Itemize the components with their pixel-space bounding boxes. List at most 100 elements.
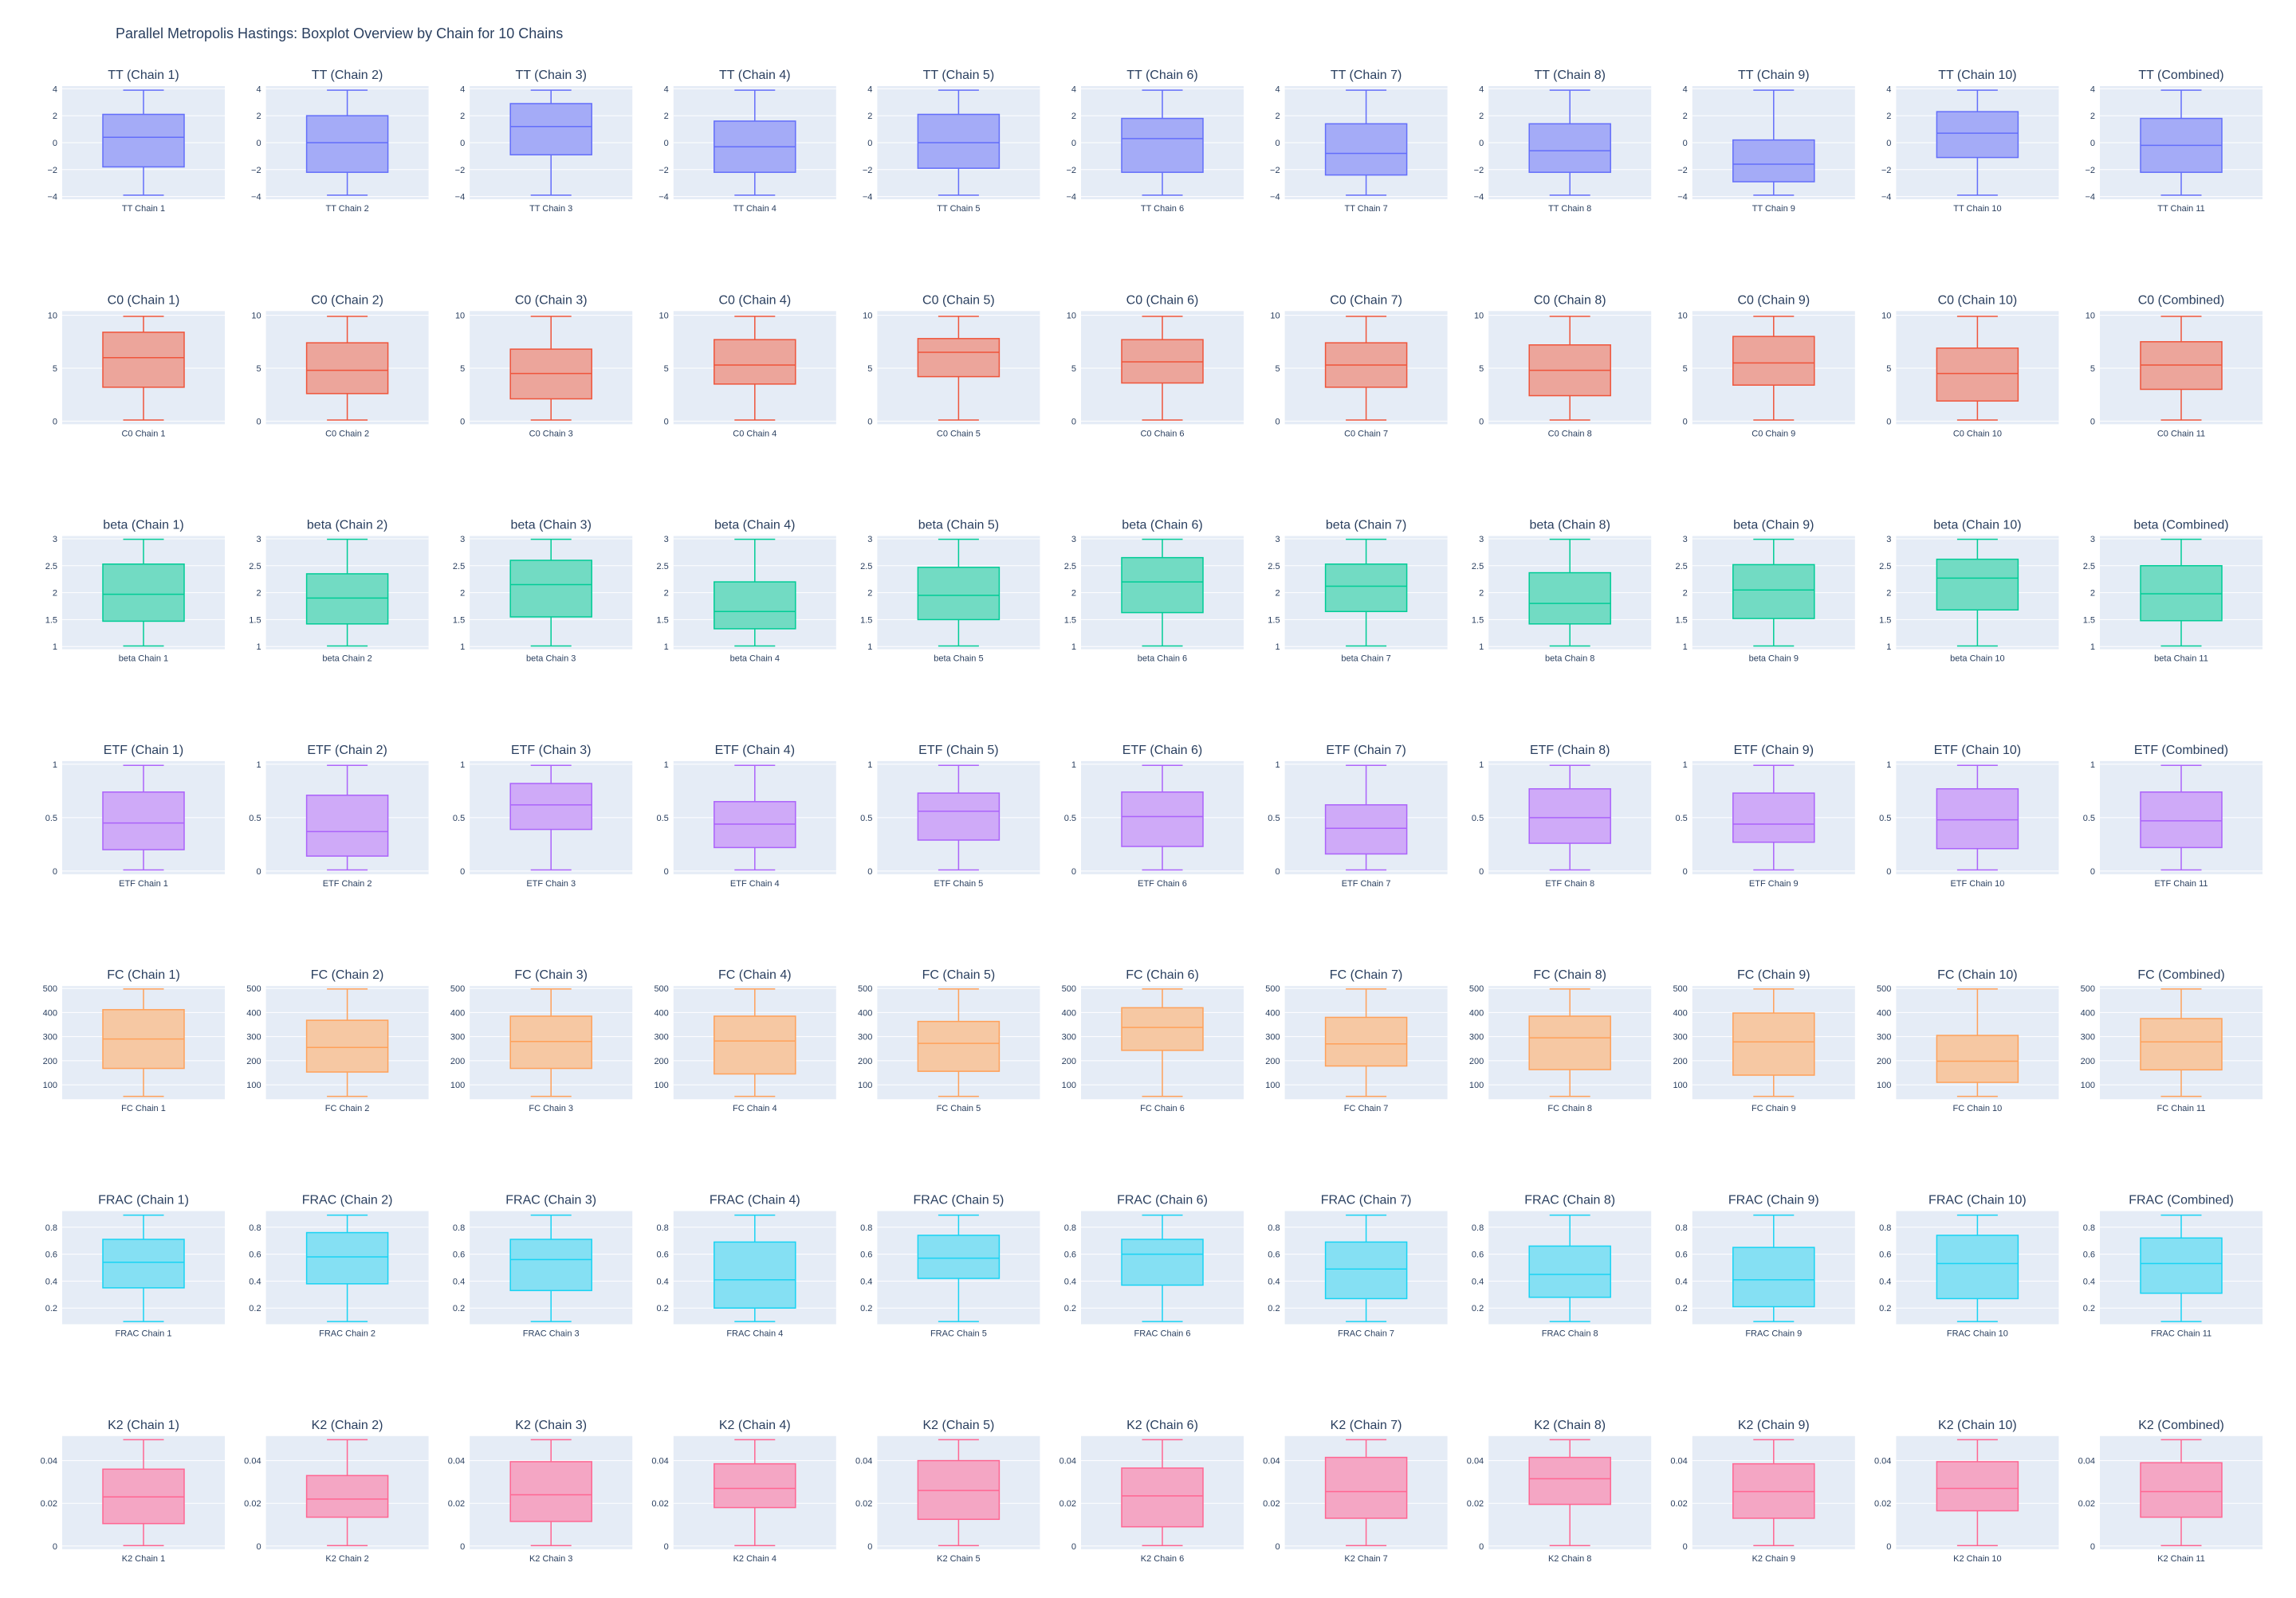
- y-tick-label: 500: [2081, 984, 2095, 994]
- subplot-title: ETF (Chain 8): [1530, 744, 1610, 757]
- y-tick-label: 1.5: [657, 615, 669, 625]
- y-tick-label: −2: [1881, 166, 1892, 175]
- box-iqr: [1528, 1245, 1611, 1298]
- y-tick-label: 2: [664, 589, 669, 599]
- y-tick-label: 2: [1479, 589, 1484, 599]
- y-tick-label: 2: [664, 112, 669, 121]
- subplot-fc-5: 100 200 300 400 500 FC (Chain 5) FC Chain 5: [858, 968, 1040, 1113]
- box-iqr: [1936, 1035, 2019, 1083]
- y-tick-label: 100: [450, 1081, 465, 1090]
- y-tick-label: 3: [1886, 535, 1891, 544]
- x-category-label: C0 Chain 10: [1953, 429, 2002, 438]
- subplot-c0-1: 0 5 10 C0 (Chain 1) C0 Chain 1: [48, 293, 225, 438]
- y-tick-label: 0.8: [1879, 1223, 1891, 1233]
- y-tick-label: 0.5: [453, 814, 465, 823]
- subplot-etf-4: 0 0.5 1 ETF (Chain 4) ETF Chain 4: [657, 744, 836, 889]
- y-tick-label: 3: [53, 535, 57, 544]
- y-tick-label: 300: [858, 1033, 872, 1042]
- y-tick-label: 0.2: [1879, 1304, 1891, 1313]
- subplot-beta-4: 1 1.5 2 2.5 3 beta (Chain 4) beta Chain 4: [657, 519, 836, 664]
- subplot-beta-1: 1 1.5 2 2.5 3 beta (Chain 1) beta Chain 1: [45, 519, 225, 664]
- subplot-title: beta (Chain 8): [1530, 519, 1610, 532]
- subplot-title: FC (Chain 9): [1737, 968, 1810, 982]
- box-iqr: [1732, 1247, 1815, 1308]
- y-tick-label: 0: [256, 1542, 261, 1552]
- y-tick-label: 200: [1673, 1057, 1687, 1066]
- y-tick-label: 0: [1479, 417, 1484, 426]
- y-tick-label: 0.5: [1064, 814, 1076, 823]
- y-tick-label: 200: [2081, 1057, 2095, 1066]
- subplot-title: K2 (Chain 8): [1534, 1419, 1606, 1432]
- box-iqr: [1936, 558, 2019, 611]
- y-tick-label: 500: [1469, 984, 1484, 994]
- x-category-label: K2 Chain 2: [325, 1554, 368, 1564]
- y-tick-label: 300: [1469, 1033, 1484, 1042]
- y-tick-label: 0.8: [860, 1223, 872, 1233]
- subplot-title: FRAC (Chain 8): [1524, 1194, 1615, 1207]
- y-tick-label: 4: [1479, 84, 1484, 94]
- box-iqr: [1121, 117, 1204, 173]
- subplot-etf-3: 0 0.5 1 ETF (Chain 3) ETF Chain 3: [453, 744, 633, 889]
- subplot-title: C0 (Chain 7): [1330, 293, 1402, 307]
- y-tick-label: 200: [1265, 1057, 1280, 1066]
- box-iqr: [2140, 1018, 2223, 1071]
- y-tick-label: 3: [867, 535, 872, 544]
- y-tick-label: 0.2: [860, 1304, 872, 1313]
- y-tick-label: 0.02: [2078, 1499, 2095, 1509]
- y-tick-label: 2.5: [1676, 562, 1688, 571]
- subplot-title: ETF (Chain 10): [1934, 744, 2021, 757]
- y-tick-label: 1.5: [1676, 615, 1688, 625]
- box-iqr: [1528, 1456, 1611, 1506]
- subplot-title: ETF (Chain 2): [307, 744, 387, 757]
- y-tick-label: 0: [256, 417, 261, 426]
- y-tick-label: 100: [654, 1081, 668, 1090]
- y-tick-label: −4: [47, 193, 57, 202]
- y-tick-label: 500: [1062, 984, 1076, 994]
- subplot-k2-11: 0 0.02 0.04 K2 (Combined) K2 Chain 11: [2078, 1419, 2263, 1564]
- y-tick-label: 0: [1886, 1542, 1891, 1552]
- y-tick-label: 2: [1683, 112, 1688, 121]
- y-tick-label: 5: [256, 364, 261, 374]
- y-tick-label: 0.2: [453, 1304, 465, 1313]
- y-tick-label: 300: [246, 1033, 261, 1042]
- y-tick-label: 0.2: [1268, 1304, 1280, 1313]
- subplot-title: ETF (Chain 3): [511, 744, 591, 757]
- y-tick-label: 10: [1678, 312, 1688, 321]
- y-tick-label: 500: [1265, 984, 1280, 994]
- y-tick-label: 4: [256, 84, 261, 94]
- y-tick-label: 1.5: [1472, 615, 1484, 625]
- x-category-label: C0 Chain 2: [325, 429, 369, 438]
- y-tick-label: 0.02: [41, 1499, 57, 1509]
- x-category-label: FC Chain 10: [1953, 1104, 2003, 1113]
- subplot-fc-7: 100 200 300 400 500 FC (Chain 7) FC Chain 7: [1265, 968, 1448, 1113]
- subplot-etf-10: 0 0.5 1 ETF (Chain 10) ETF Chain 10: [1879, 744, 2059, 889]
- y-tick-label: 2: [2090, 112, 2095, 121]
- y-tick-label: 0: [1683, 139, 1688, 148]
- subplot-frac-2: 0.2 0.4 0.6 0.8 FRAC (Chain 2) FRAC Chain 2: [249, 1194, 429, 1339]
- y-tick-label: 0.02: [1060, 1499, 1076, 1509]
- subplot-title: C0 (Chain 10): [1938, 293, 2018, 307]
- y-tick-label: 0.6: [1879, 1251, 1891, 1260]
- y-tick-label: −4: [1677, 193, 1688, 202]
- y-tick-label: 5: [1886, 364, 1891, 374]
- subplot-beta-2: 1 1.5 2 2.5 3 beta (Chain 2) beta Chain 2: [249, 519, 429, 664]
- subplot-title: TT (Chain 6): [1126, 69, 1198, 82]
- x-category-label: FRAC Chain 8: [1542, 1329, 1598, 1339]
- y-tick-label: 0.04: [1263, 1457, 1280, 1466]
- box-iqr: [102, 332, 185, 388]
- subplot-fc-2: 100 200 300 400 500 FC (Chain 2) FC Chain 2: [246, 968, 429, 1113]
- subplot-title: FRAC (Chain 5): [913, 1194, 1004, 1207]
- subplot-beta-8: 1 1.5 2 2.5 3 beta (Chain 8) beta Chain 8: [1472, 519, 1652, 664]
- subplot-frac-1: 0.2 0.4 0.6 0.8 FRAC (Chain 1) FRAC Chain 1: [45, 1194, 225, 1339]
- x-category-label: C0 Chain 11: [2157, 429, 2205, 438]
- x-category-label: C0 Chain 3: [529, 429, 573, 438]
- x-category-label: C0 Chain 8: [1548, 429, 1592, 438]
- box-iqr: [917, 113, 1001, 169]
- subplot-c0-7: 0 5 10 C0 (Chain 7) C0 Chain 7: [1270, 293, 1448, 438]
- y-tick-label: 2: [256, 589, 261, 599]
- x-category-label: TT Chain 5: [937, 204, 980, 214]
- x-category-label: beta Chain 10: [1950, 654, 2005, 664]
- box-iqr: [305, 1474, 389, 1518]
- y-tick-label: 100: [2081, 1081, 2095, 1090]
- subplot-k2-1: 0 0.02 0.04 K2 (Chain 1) K2 Chain 1: [41, 1419, 225, 1564]
